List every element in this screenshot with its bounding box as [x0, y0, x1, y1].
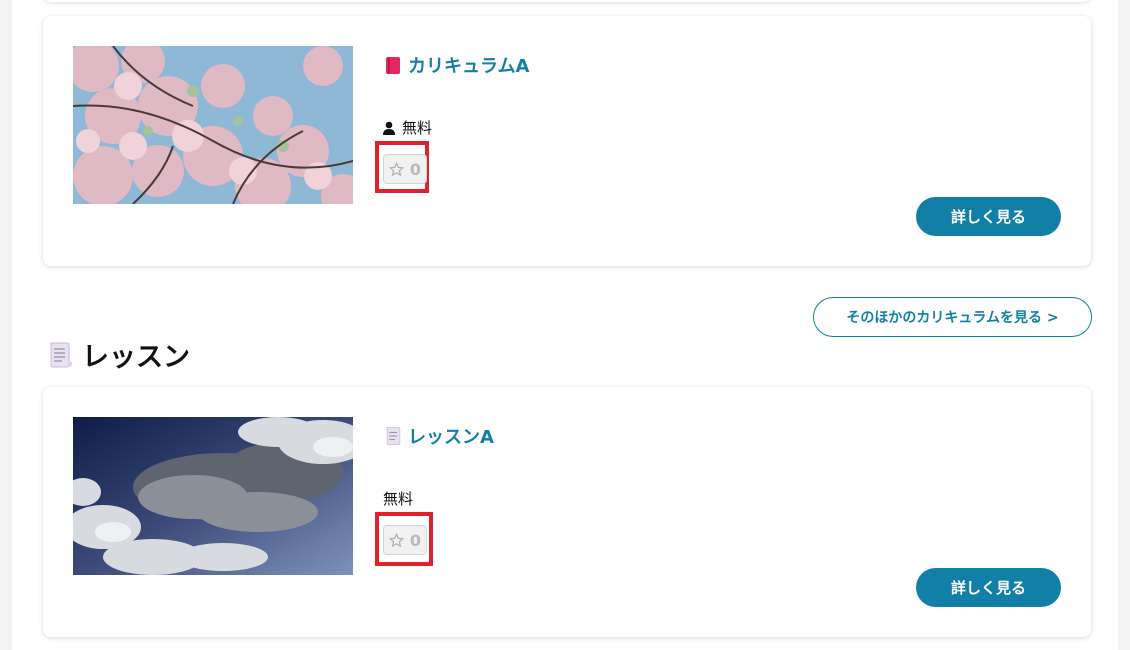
star-icon [388, 532, 404, 547]
curriculum-thumbnail[interactable] [73, 46, 353, 204]
lesson-favorite-button[interactable]: 0 [383, 525, 427, 555]
scroll-icon [50, 342, 72, 367]
curriculum-title-link[interactable]: カリキュラムA [385, 52, 529, 78]
lesson-section-heading: レッスン [48, 335, 190, 374]
lesson-section-title: レッスン [82, 342, 190, 373]
lesson-thumbnail[interactable] [73, 417, 353, 575]
scroll-icon [386, 427, 401, 445]
book-icon [386, 56, 400, 74]
curriculum-favorite-button[interactable]: 0 [383, 154, 427, 184]
cherry-blossom-image [73, 46, 353, 204]
more-curriculum-button[interactable]: そのほかのカリキュラムを見る > [813, 297, 1092, 337]
lesson-price: 無料 [383, 490, 414, 508]
cloudy-sky-image [73, 417, 353, 575]
lesson-title-text: レッスンA [408, 427, 494, 448]
curriculum-price-row: 無料 [383, 117, 432, 138]
previous-card-edge [43, 0, 1091, 2]
lesson-favorite-count: 0 [409, 530, 422, 550]
lesson-detail-button[interactable]: 詳しく見る [916, 568, 1061, 607]
curriculum-card: カリキュラムA 無料 0 詳しく見る [43, 16, 1091, 266]
star-icon [388, 161, 404, 176]
curriculum-detail-button[interactable]: 詳しく見る [916, 197, 1061, 236]
lesson-card: レッスンA 無料 0 詳しく見る [43, 387, 1091, 637]
lesson-title-link[interactable]: レッスンA [385, 423, 494, 449]
curriculum-title-text: カリキュラムA [408, 56, 530, 77]
curriculum-price: 無料 [402, 119, 433, 137]
lesson-price-row: 無料 [383, 488, 413, 509]
user-icon [383, 121, 395, 135]
curriculum-favorite-count: 0 [409, 159, 422, 179]
